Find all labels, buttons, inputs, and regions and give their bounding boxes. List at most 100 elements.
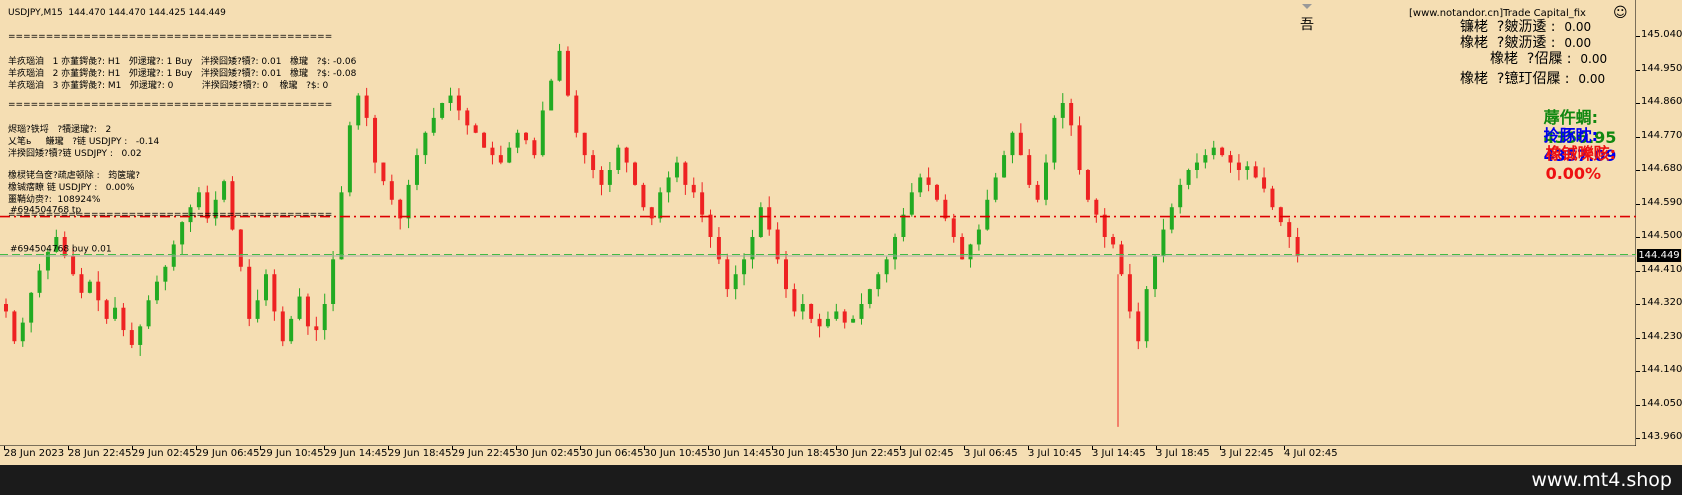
price-tick-label: 144.500 xyxy=(1641,230,1682,241)
candle-body xyxy=(909,192,914,215)
candle-body xyxy=(104,300,109,319)
chart-header: USDJPY,M15 144.470 144.470 144.425 144.4… xyxy=(8,8,226,18)
candle-body xyxy=(339,192,344,260)
candle-body xyxy=(607,170,612,185)
price-tick-mark xyxy=(1636,136,1640,138)
candle-body xyxy=(230,181,235,230)
candle-body xyxy=(289,318,294,342)
candle-body xyxy=(71,255,76,275)
time-tick-label: 29 Jun 18:45 xyxy=(388,448,452,459)
candle-body xyxy=(389,181,394,200)
candle-body xyxy=(373,117,378,163)
candle-body xyxy=(4,304,8,312)
candle-body xyxy=(616,147,621,170)
candle-body xyxy=(1220,147,1225,156)
candle-body xyxy=(641,184,646,208)
candle-body xyxy=(1153,255,1158,290)
info-line: 泮揆囧矮?犢?链 USDJPY : 0.02 xyxy=(8,149,142,159)
candle-body xyxy=(440,103,445,118)
info-line: ========================================… xyxy=(8,32,333,42)
candle-body xyxy=(708,214,713,237)
candle-body xyxy=(515,132,520,148)
candle-body xyxy=(666,177,671,193)
price-tick-label: 144.860 xyxy=(1641,96,1682,107)
candle-body xyxy=(658,192,663,219)
price-tick-mark xyxy=(1636,270,1640,272)
candle-body xyxy=(1018,132,1023,156)
time-tick-label: 4 Jul 02:45 xyxy=(1284,448,1338,459)
time-tick-label: 3 Jul 06:45 xyxy=(964,448,1018,459)
price-tick-mark xyxy=(1636,438,1640,439)
time-axis: 28 Jun 2023 28 Jun 22:45 29 Jun 02:45 29 Ju… xyxy=(0,446,1636,465)
candle-body xyxy=(448,95,453,103)
candle-body xyxy=(79,274,84,293)
candle-body xyxy=(876,274,881,290)
candle-body xyxy=(758,207,763,237)
candle-body xyxy=(1027,155,1032,185)
candle-body xyxy=(725,259,730,290)
footer-bar: www.mt4.shop xyxy=(0,465,1682,495)
candle-body xyxy=(934,184,939,200)
candle-body xyxy=(851,318,856,323)
candle-body xyxy=(633,162,638,185)
candle-body xyxy=(1102,214,1107,237)
candle-body xyxy=(423,132,428,156)
time-tick-label: 3 Jul 22:45 xyxy=(1220,448,1274,459)
candle-body xyxy=(498,155,503,163)
candle-body xyxy=(414,155,419,185)
price-tick-label: 144.770 xyxy=(1641,129,1682,141)
price-tick-label: 143.960 xyxy=(1641,431,1682,442)
row-label: 橡栳 xyxy=(1460,71,1488,87)
row-label: 橡栳 xyxy=(1460,35,1488,51)
candle-body xyxy=(305,296,310,327)
candle-body xyxy=(867,289,872,304)
price-tick-label: 144.590 xyxy=(1641,196,1682,208)
candle-body xyxy=(1035,184,1040,200)
candle-body xyxy=(549,80,554,111)
candle-body xyxy=(1085,170,1090,200)
candle-body xyxy=(12,311,17,342)
price-tick-label: 144.230 xyxy=(1641,330,1682,342)
drawdown-row: 橡铖嚛赅: 0.00% xyxy=(1501,121,1616,202)
price-tick-label: 144.410 xyxy=(1641,263,1682,275)
candle-body xyxy=(1060,103,1065,118)
row-label: 橡栳 xyxy=(1490,51,1518,67)
candle-body xyxy=(1111,237,1116,245)
time-tick-label: 30 Jun 14:45 xyxy=(708,448,772,459)
candle-body xyxy=(901,214,906,237)
candle-body xyxy=(683,162,688,185)
candle-body xyxy=(918,177,923,193)
price-tick-label: 144.050 xyxy=(1641,397,1682,409)
candle-body xyxy=(20,322,25,342)
candle-body xyxy=(398,199,403,219)
price-tick-label: 144.320 xyxy=(1641,297,1682,308)
row-value: 0.00 xyxy=(1578,72,1606,86)
candle-body xyxy=(482,132,487,148)
row-sublabel: ?佋屧 : xyxy=(1518,51,1581,67)
candle-body xyxy=(951,218,956,237)
candle-body xyxy=(1186,170,1191,185)
price-tick-mark xyxy=(1636,404,1640,406)
candle-body xyxy=(507,147,512,163)
candle-body xyxy=(37,270,42,293)
candle-body xyxy=(238,229,243,267)
candle-body xyxy=(297,296,302,319)
candle-body xyxy=(1278,207,1283,223)
time-tick-label: 3 Jul 14:45 xyxy=(1092,448,1146,459)
price-chart[interactable]: #694504768 tp #694504768 buy 0.01 USDJPY,… xyxy=(0,0,1682,465)
candle-body xyxy=(154,281,159,301)
candle-body xyxy=(532,140,537,156)
candle-body xyxy=(1169,207,1174,230)
candle-body xyxy=(280,311,285,342)
buy-order-label: #694504768 buy 0.01 xyxy=(10,244,112,254)
candle-body xyxy=(1287,222,1292,237)
candle-body xyxy=(1262,177,1267,189)
candle-body xyxy=(347,125,352,193)
candle-body xyxy=(222,181,227,200)
candle-body xyxy=(540,110,545,156)
candle-body xyxy=(1144,289,1149,342)
time-tick-label: 30 Jun 18:45 xyxy=(772,448,836,459)
candle-body xyxy=(96,281,101,301)
candle-body xyxy=(1136,311,1141,342)
time-tick-label: 29 Jun 02:45 xyxy=(132,448,196,459)
